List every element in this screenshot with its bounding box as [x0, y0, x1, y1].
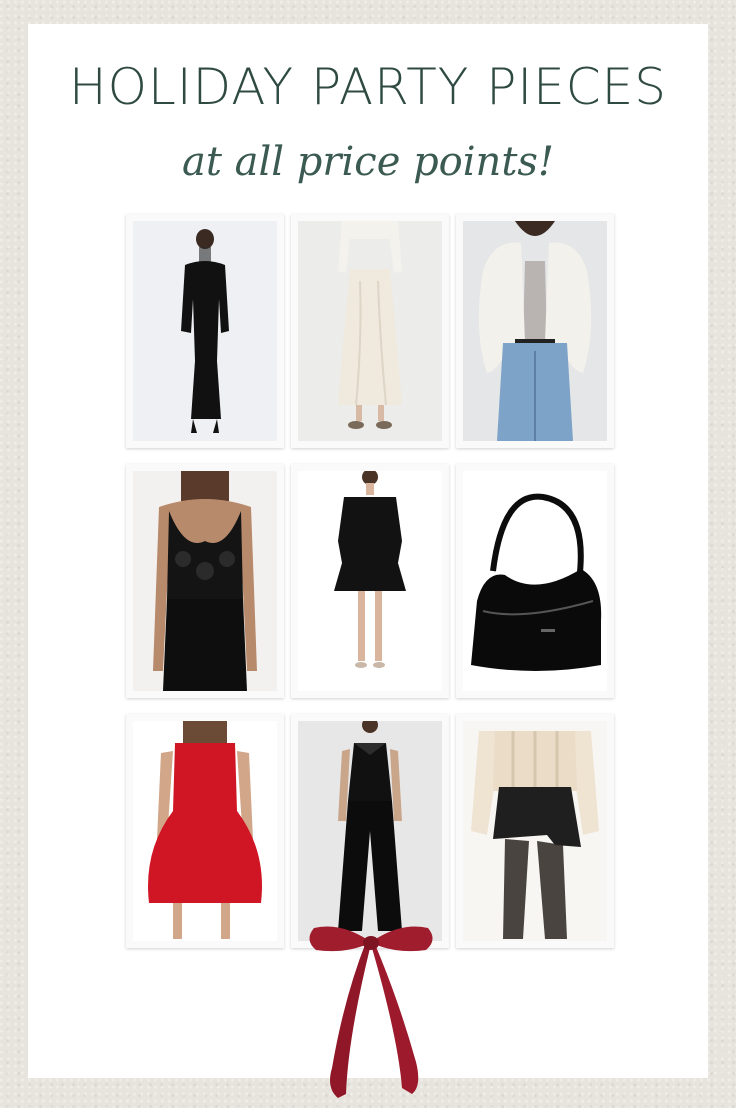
product-tile-red-mini-dress[interactable] [126, 714, 284, 948]
black-strapless-jumpsuit-icon [298, 721, 442, 941]
black-sheer-neck-maxi-dress-icon [133, 221, 277, 441]
product-tile-lace-bodysuit[interactable] [126, 464, 284, 698]
white-faux-fur-jacket-icon [463, 221, 607, 441]
product-tile-cable-sweater-skort[interactable] [456, 714, 614, 948]
product-tile-patent-shoulder-bag[interactable] [456, 464, 614, 698]
product-tile-faux-fur-jacket[interactable] [456, 214, 614, 448]
page-title: HOLIDAY PARTY PIECES [69, 58, 667, 116]
page-subtitle: at all price points! [181, 139, 554, 185]
product-tile-velvet-maxi-dress[interactable] [126, 214, 284, 448]
cream-sweater-black-skort-icon [463, 721, 607, 941]
black-off-shoulder-dress-icon [298, 471, 442, 691]
ivory-satin-skirt-icon [298, 221, 442, 441]
black-patent-handbag-icon [463, 471, 607, 691]
red-ribbon-bow-icon [304, 918, 438, 1104]
product-tile-satin-maxi-skirt[interactable] [291, 214, 449, 448]
red-bubble-mini-dress-icon [133, 721, 277, 941]
black-lace-bodysuit-icon [133, 471, 277, 691]
product-tile-velvet-jumpsuit[interactable] [291, 714, 449, 948]
product-tile-off-shoulder-mini-dress[interactable] [291, 464, 449, 698]
